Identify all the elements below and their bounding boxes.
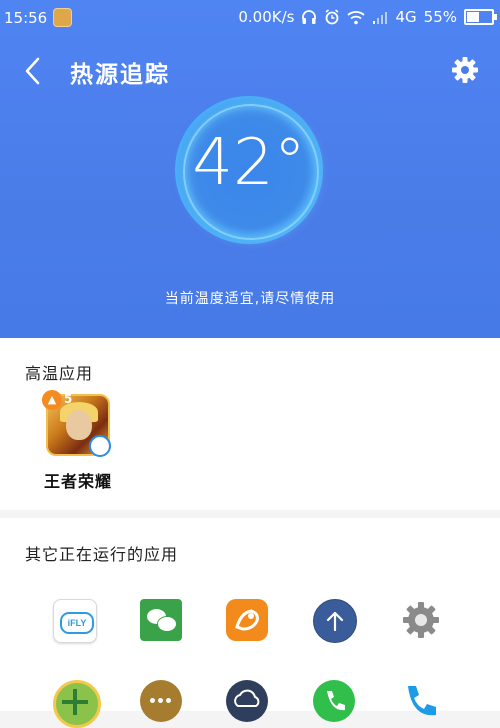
running-app-item[interactable] — [140, 599, 182, 641]
title-bar: 热源追踪 — [0, 50, 500, 92]
running-app-item[interactable] — [400, 680, 442, 722]
settings-button[interactable] — [450, 55, 480, 85]
uc-browser-icon — [226, 599, 268, 641]
hot-apps-section: 高温应用 ▲ 5 王者荣耀 — [0, 338, 500, 510]
signal-icon — [373, 11, 388, 24]
running-app-item[interactable] — [53, 680, 101, 728]
running-app-item[interactable] — [400, 599, 442, 641]
temperature-value: 42° — [192, 126, 306, 200]
phone-green-icon — [313, 680, 355, 722]
hot-app-item[interactable]: ▲ 5 王者荣耀 — [36, 390, 120, 492]
wifi-icon — [347, 10, 366, 24]
upload-arrow-icon — [313, 599, 357, 643]
green-plus-icon — [53, 680, 101, 728]
running-app-item[interactable] — [140, 680, 182, 722]
status-time: 15:56 — [4, 8, 48, 27]
phone-blue-icon — [400, 680, 442, 722]
hot-app-name: 王者荣耀 — [43, 472, 112, 491]
page-title: 热源追踪 — [70, 62, 170, 88]
ifly-icon: iFLY — [53, 599, 97, 643]
battery-percent: 55% — [423, 8, 457, 26]
battery-fill — [467, 12, 479, 22]
network-type: 4G — [395, 8, 417, 26]
game-center-badge-icon — [89, 435, 111, 457]
running-app-item[interactable]: iFLY — [53, 599, 97, 643]
settings-gear-icon — [400, 599, 442, 641]
running-apps-title: 其它正在运行的应用 — [25, 545, 179, 564]
level-badge: 5 — [64, 392, 73, 406]
net-speed: 0.00K/s — [238, 8, 295, 26]
hot-apps-title: 高温应用 — [25, 364, 94, 383]
wechat-icon — [140, 599, 182, 641]
running-app-item[interactable] — [313, 599, 357, 643]
headphones-icon — [302, 10, 317, 24]
running-app-item[interactable] — [226, 599, 268, 641]
flame-icon: ▲ — [42, 390, 62, 410]
cloud-icon — [226, 680, 268, 722]
battery-icon — [464, 9, 497, 25]
honor-of-kings-icon: ▲ 5 — [42, 390, 111, 457]
status-bar: 15:56 0.00K/s 4G 55% — [0, 0, 500, 34]
chevron-left-icon — [25, 57, 40, 85]
running-app-item[interactable] — [313, 680, 355, 722]
back-button[interactable] — [18, 55, 48, 87]
temperature-status: 当前温度适宜,请尽情使用 — [164, 291, 336, 307]
running-app-item[interactable] — [226, 680, 268, 722]
more-dots-icon — [140, 680, 182, 722]
running-apps-section: 其它正在运行的应用 iFLY — [0, 518, 500, 728]
alarm-icon — [325, 9, 339, 25]
notification-app-icon — [53, 8, 73, 27]
gear-icon — [452, 57, 478, 83]
